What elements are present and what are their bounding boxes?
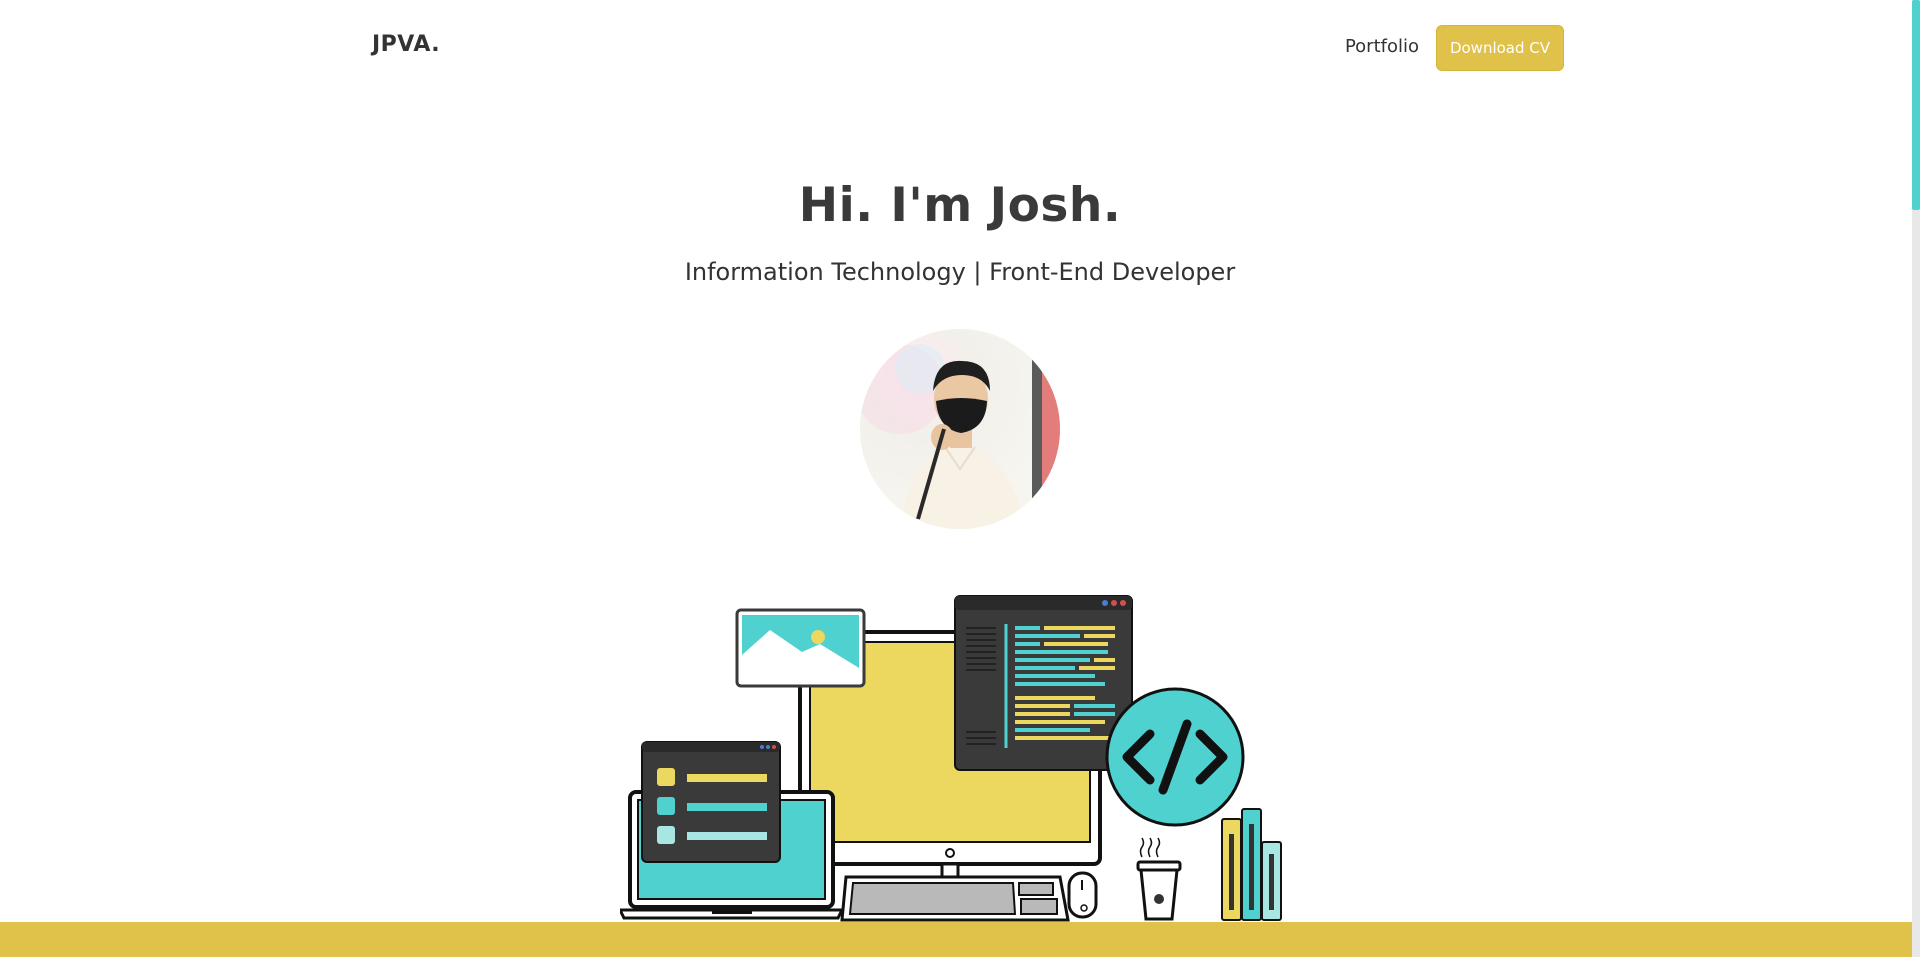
site-logo[interactable]: JPVA.	[372, 32, 440, 57]
code-editor-window	[954, 595, 1133, 771]
keyboard	[840, 875, 1070, 922]
profile-photo-illustration	[860, 329, 1060, 529]
books	[1221, 808, 1282, 921]
top-navigation: JPVA. Portfolio Download CV	[372, 20, 1564, 76]
mouse	[1067, 871, 1098, 919]
hero-subtitle: Information Technology | Front-End Devel…	[684, 258, 1236, 286]
profile-photo	[860, 329, 1060, 529]
task-list-window	[641, 741, 781, 863]
workspace-illustration-svg	[617, 595, 1282, 922]
coffee-cup-icon	[1136, 837, 1182, 921]
image-icon	[735, 608, 866, 688]
page: JPVA. Portfolio Download CV Hi. I'm Josh…	[0, 0, 1912, 957]
page-scrollbar[interactable]	[1912, 0, 1920, 957]
workspace-illustration	[617, 592, 1300, 930]
hero-title: Hi. I'm Josh.	[798, 178, 1122, 233]
download-cv-button[interactable]: Download CV	[1436, 25, 1564, 71]
scrollbar-thumb[interactable]	[1912, 0, 1920, 210]
code-icon	[1105, 687, 1245, 827]
footer-band	[0, 922, 1912, 957]
portfolio-link[interactable]: Portfolio	[1345, 36, 1419, 57]
